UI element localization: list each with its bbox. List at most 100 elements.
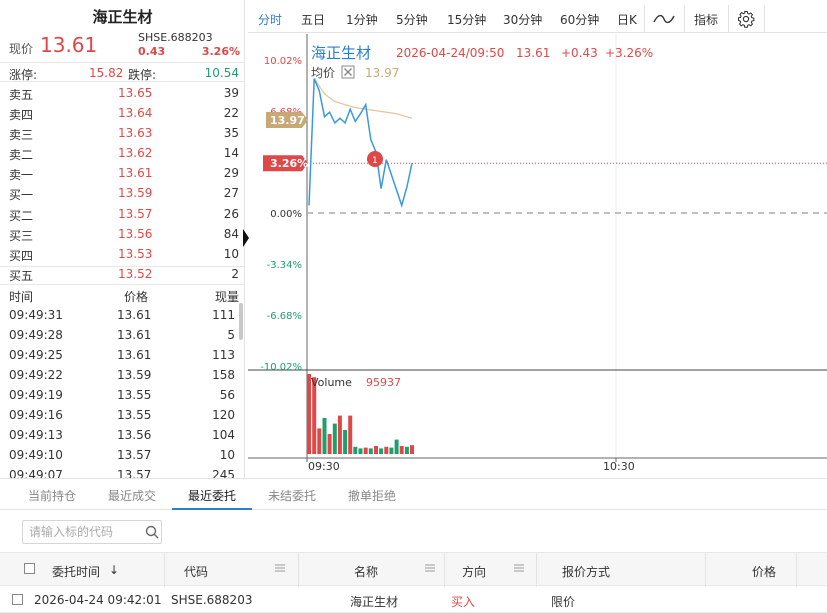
tick-time: 09:49:10 bbox=[9, 448, 63, 462]
column-menu-icon[interactable] bbox=[275, 564, 285, 572]
chart-datetime: 2026-04-24/09:50 bbox=[396, 46, 504, 60]
tick-time: 09:49:28 bbox=[9, 328, 63, 342]
book-level-label: 卖二 bbox=[9, 148, 34, 163]
avg-price-value: 13.97 bbox=[365, 66, 399, 80]
column-menu-icon[interactable] bbox=[425, 564, 435, 572]
tab-1min[interactable]: 1分钟 bbox=[346, 11, 378, 28]
order-book-row[interactable]: 卖三 13.63 35 bbox=[0, 123, 245, 143]
volume-value: 95937 bbox=[366, 376, 401, 389]
search-icon[interactable] bbox=[145, 525, 159, 539]
order-book-row[interactable]: 卖五 13.65 39 bbox=[0, 83, 245, 103]
avg-price-marker: 13.97 bbox=[266, 112, 308, 128]
col-name[interactable]: 名称 bbox=[354, 563, 378, 580]
col-code[interactable]: 代码 bbox=[184, 563, 208, 580]
book-level-price: 13.65 bbox=[118, 86, 153, 100]
tab-rejected[interactable]: 撤单拒绝 bbox=[348, 487, 396, 504]
tab-intraday[interactable]: 分时 bbox=[258, 11, 282, 28]
tick-header: 时间 价格 现量 bbox=[0, 285, 245, 305]
order-book-row[interactable]: 卖二 13.62 14 bbox=[0, 143, 245, 163]
col-price[interactable]: 价格 bbox=[752, 563, 776, 580]
sort-desc-icon[interactable]: ↓ bbox=[109, 563, 119, 577]
price-limits: 涨停: 15.82 跌停: 10.54 bbox=[0, 62, 245, 82]
order-book-row[interactable]: 买一 13.59 27 bbox=[0, 183, 245, 203]
order-book-row[interactable]: 卖一 13.61 29 bbox=[0, 163, 245, 183]
tick-price: 13.57 bbox=[117, 468, 152, 478]
chart-toolbar: 分时 五日 1分钟 5分钟 15分钟 30分钟 60分钟 日K 指标 bbox=[248, 5, 827, 33]
current-price-label: 现价 bbox=[9, 42, 34, 56]
tab-five-day[interactable]: 五日 bbox=[301, 11, 325, 28]
toolbar-separator bbox=[644, 5, 645, 33]
intraday-chart[interactable]: 10.02%6.68%3.34%0.00%-3.34%-6.68%-10.02%… bbox=[248, 34, 827, 474]
tab-positions[interactable]: 当前持仓 bbox=[28, 487, 76, 504]
order-book-row[interactable]: 买三 13.56 84 bbox=[0, 224, 245, 244]
gear-icon[interactable] bbox=[737, 10, 755, 28]
search-input[interactable] bbox=[29, 524, 139, 540]
tick-time: 09:49:22 bbox=[9, 368, 63, 382]
table-row[interactable]: 2026-04-24 09:42:01 SHSE.688203 海正生材 买入 … bbox=[0, 587, 827, 613]
y-tick-label: -3.34% bbox=[267, 260, 302, 271]
col-side[interactable]: 方向 bbox=[462, 563, 486, 580]
tick-col-volume: 现量 bbox=[214, 290, 239, 304]
book-level-volume: 29 bbox=[223, 166, 239, 181]
tick-price: 13.59 bbox=[117, 368, 152, 382]
tick-list-scrollbar[interactable] bbox=[239, 303, 243, 340]
order-book-row[interactable]: 卖四 13.64 22 bbox=[0, 103, 245, 123]
tick-price: 13.61 bbox=[117, 328, 152, 342]
line-style-icon[interactable] bbox=[653, 13, 675, 25]
tab-recent-orders[interactable]: 最近委托 bbox=[188, 487, 236, 504]
book-level-price: 13.61 bbox=[118, 166, 153, 181]
volume-bar bbox=[332, 423, 337, 454]
tab-daily-k[interactable]: 日K bbox=[617, 11, 637, 28]
tick-row: 09:49:16 13.55 120 bbox=[0, 405, 245, 425]
tick-time: 09:49:31 bbox=[9, 308, 63, 322]
tick-volume: 245 bbox=[212, 468, 235, 478]
tab-30min[interactable]: 30分钟 bbox=[503, 11, 542, 28]
book-level-price: 13.52 bbox=[118, 266, 153, 281]
avg-price-label: 均价 bbox=[311, 66, 335, 80]
symbol-search[interactable] bbox=[22, 520, 162, 544]
tick-col-price: 价格 bbox=[124, 290, 149, 304]
tab-recent-trades[interactable]: 最近成交 bbox=[108, 487, 156, 504]
book-level-label: 买一 bbox=[9, 188, 34, 203]
col-price-type[interactable]: 报价方式 bbox=[562, 563, 610, 580]
tab-60min[interactable]: 60分钟 bbox=[560, 11, 599, 28]
price-change: 0.43 bbox=[138, 45, 166, 58]
volume-bar bbox=[410, 445, 414, 454]
tick-list[interactable]: 时间 价格 现量 09:49:31 13.61 111 09:49:28 13.61 5… bbox=[0, 284, 245, 478]
col-order-time[interactable]: 委托时间 bbox=[52, 563, 100, 580]
volume-bar bbox=[337, 415, 342, 454]
tab-open-orders[interactable]: 未结委托 bbox=[268, 487, 316, 504]
volume-label: Volume bbox=[311, 376, 352, 389]
order-book-row[interactable]: 买二 13.57 26 bbox=[0, 204, 245, 224]
volume-bar bbox=[322, 418, 327, 454]
volume-bar bbox=[363, 447, 368, 454]
indicator-button[interactable]: 指标 bbox=[694, 11, 718, 28]
column-menu-icon[interactable] bbox=[514, 564, 524, 572]
tick-price: 13.56 bbox=[117, 428, 152, 442]
toolbar-separator bbox=[764, 5, 765, 33]
hide-avg-icon[interactable] bbox=[341, 65, 355, 79]
cell-price-type: 限价 bbox=[551, 595, 576, 609]
event-badge-text: 1 bbox=[372, 156, 378, 166]
limit-down-label: 跌停: bbox=[128, 68, 157, 82]
book-level-price: 13.56 bbox=[118, 226, 153, 241]
chart-stock-name: 海正生材 bbox=[311, 44, 371, 62]
column-separator bbox=[164, 553, 165, 587]
select-all-checkbox[interactable] bbox=[24, 563, 35, 574]
y-tick-label: 10.02% bbox=[264, 56, 302, 67]
avg-price-marker-text: 13.97 bbox=[270, 114, 305, 127]
tab-5min[interactable]: 5分钟 bbox=[396, 11, 428, 28]
tick-row: 09:49:22 13.59 158 bbox=[0, 365, 245, 385]
book-level-volume: 26 bbox=[223, 206, 239, 221]
column-separator bbox=[444, 553, 445, 587]
tick-volume: 104 bbox=[212, 428, 235, 442]
column-separator bbox=[536, 553, 537, 587]
order-book-row[interactable]: 买四 13.53 10 bbox=[0, 244, 245, 264]
order-tabs: 当前持仓 最近成交 最近委托 未结委托 撤单拒绝 bbox=[0, 482, 827, 510]
book-level-volume: 39 bbox=[223, 86, 239, 100]
event-badge[interactable]: 1 bbox=[367, 151, 383, 167]
volume-bar bbox=[368, 448, 373, 454]
current-price: 13.61 bbox=[40, 33, 98, 57]
tab-15min[interactable]: 15分钟 bbox=[447, 11, 486, 28]
row-checkbox[interactable] bbox=[12, 594, 23, 605]
